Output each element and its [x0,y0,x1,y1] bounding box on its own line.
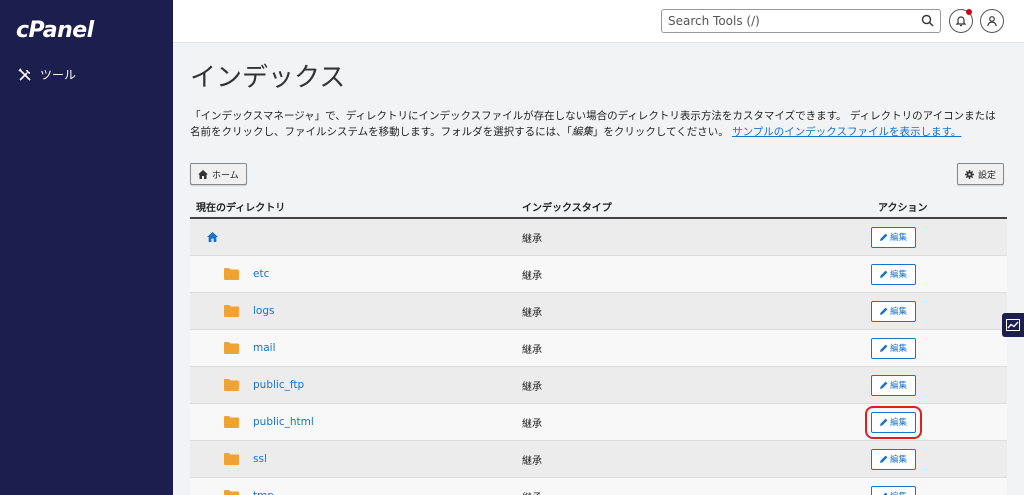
home-icon [198,169,208,179]
action-cell: 編集 [871,448,1007,470]
action-cell: 編集 [871,226,1007,248]
index-type-cell: 継承 [522,455,542,467]
pencil-icon [879,307,888,315]
folder-icon[interactable] [224,379,239,391]
pencil-icon [879,418,888,426]
pencil-icon [879,270,888,278]
chart-icon [1006,319,1020,331]
directory-link[interactable]: public_html [253,416,314,428]
table-row: mail 継承 編集 [190,330,1007,367]
index-type-cell: 継承 [522,307,542,319]
tools-icon [18,67,31,81]
action-cell: 編集 [865,405,1007,439]
edit-button[interactable]: 編集 [871,337,916,359]
directory-cell: mail [190,342,522,354]
index-type-cell: 継承 [522,381,542,393]
action-cell: 編集 [871,300,1007,322]
table-row: logs 継承 編集 [190,293,1007,330]
action-cell: 編集 [871,485,1007,495]
table-row: ssl 継承 編集 [190,441,1007,478]
edit-button[interactable]: 編集 [871,300,916,322]
action-cell: 編集 [871,263,1007,285]
table-row: public_ftp 継承 編集 [190,367,1007,404]
directory-cell: logs [190,305,522,317]
table-row: tmp 継承 編集 [190,478,1007,495]
edit-button[interactable]: 編集 [871,374,916,396]
directory-link[interactable]: ssl [253,453,267,465]
index-type-cell: 継承 [522,233,542,245]
directory-cell: etc [190,268,522,280]
home-icon[interactable] [207,232,218,242]
directory-link[interactable]: logs [253,305,274,317]
index-type-cell: 継承 [522,418,542,430]
index-type-cell: 継承 [522,489,878,495]
table-row: public_html 継承 編集 [190,404,1007,441]
directory-cell: ssl [190,453,522,465]
table-row: etc 継承 編集 [190,256,1007,293]
directory-link[interactable]: etc [253,268,269,280]
directory-link[interactable]: mail [253,342,276,354]
folder-icon[interactable] [224,490,239,495]
folder-icon[interactable] [224,453,239,465]
page-title: インデックス [190,63,346,93]
sidebar-item-tools[interactable]: ツール [18,66,76,83]
folder-icon[interactable] [224,416,239,428]
header-action: アクション [878,203,928,214]
description-emphasis: 編集 [571,126,593,138]
edit-button[interactable]: 編集 [871,485,916,495]
search-tools-input[interactable]: Search Tools (/) [661,9,941,33]
header-index-type: インデックスタイプ [522,203,612,214]
notification-dot [966,9,972,15]
folder-icon[interactable] [224,342,239,354]
user-icon [987,16,997,27]
cpanel-logo[interactable]: cPanel [16,18,94,43]
edit-button[interactable]: 編集 [871,263,916,285]
edit-button[interactable]: 編集 [871,448,916,470]
pencil-icon [879,381,888,389]
directory-link[interactable]: public_ftp [253,379,304,391]
bell-icon [955,16,967,27]
pencil-icon [879,233,888,241]
pencil-icon [879,455,888,463]
gear-icon [964,169,974,179]
search-icon[interactable] [921,14,934,27]
directory-table: 現在のディレクトリ インデックスタイプ アクション 継承 編集 etc 継承 編… [190,196,1007,495]
edit-button-public-html[interactable]: 編集 [865,405,922,439]
user-menu-button[interactable] [980,9,1004,33]
sidebar: cPanel ツール [0,0,173,495]
settings-button[interactable]: 設定 [956,163,1004,185]
directory-cell: public_ftp [190,379,522,391]
sample-index-link[interactable]: サンプルのインデックスファイルを表示します。 [732,126,961,138]
folder-icon[interactable] [224,305,239,317]
table-header: 現在のディレクトリ インデックスタイプ アクション [190,196,1007,219]
directory-cell: public_html [190,416,522,428]
header-current-directory: 現在のディレクトリ [196,203,286,214]
directory-cell: tmp [190,490,522,495]
page-description: 「インデックスマネージャ」で、ディレクトリにインデックスファイルが存在しない場合… [190,110,996,138]
folder-icon[interactable] [224,268,239,280]
action-cell: 編集 [871,337,1007,359]
directory-link[interactable]: tmp [253,490,274,495]
table-row: 継承 編集 [190,219,1007,256]
directory-cell [190,232,522,242]
sidebar-item-label: ツール [40,68,77,82]
action-cell: 編集 [871,374,1007,396]
home-button[interactable]: ホーム [190,163,247,185]
search-placeholder: Search Tools (/) [668,14,760,28]
index-type-cell: 継承 [522,270,542,282]
notifications-button[interactable] [949,9,973,33]
index-type-cell: 継承 [522,344,542,356]
top-bar: Search Tools (/) [173,0,1024,43]
stats-panel-toggle[interactable] [1002,313,1024,337]
pencil-icon [879,344,888,352]
edit-button[interactable]: 編集 [871,226,916,248]
